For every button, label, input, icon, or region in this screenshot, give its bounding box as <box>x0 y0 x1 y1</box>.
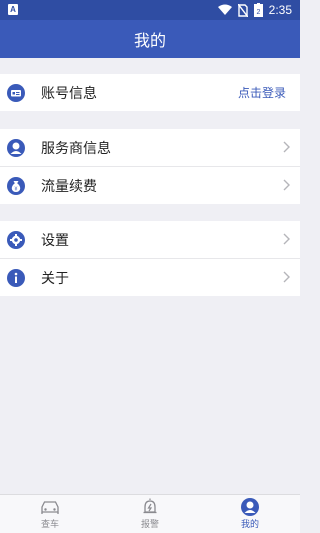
user-icon <box>239 498 261 516</box>
alarm-icon <box>139 498 161 516</box>
tab-label: 查车 <box>40 520 59 530</box>
about-label: 关于 <box>41 270 69 287</box>
account-group: 账号信息 点击登录 <box>0 74 300 111</box>
tab-check-car[interactable]: 查车 <box>0 495 100 533</box>
status-time: 2:35 <box>268 3 292 17</box>
account-info-label: 账号信息 <box>41 85 97 102</box>
chevron-right-icon <box>283 179 290 191</box>
about-row[interactable]: 关于 <box>0 259 300 296</box>
settings-label: 设置 <box>41 232 69 249</box>
bottom-tab-bar: 查车 报警 我的 <box>0 494 300 533</box>
wifi-icon <box>217 4 232 15</box>
settings-group: 设置 关于 <box>0 221 300 296</box>
chevron-right-icon <box>283 233 290 245</box>
settings-row[interactable]: 设置 <box>0 221 300 259</box>
chevron-right-icon <box>283 271 290 283</box>
status-bar-right: 2 2:35 <box>217 2 292 18</box>
app-header: 我的 <box>0 20 300 58</box>
id-card-icon <box>6 83 26 103</box>
tab-alarm[interactable]: 报警 <box>100 495 200 533</box>
status-bar: A 2 2:35 <box>0 0 300 20</box>
tab-mine[interactable]: 我的 <box>200 495 300 533</box>
account-info-row[interactable]: 账号信息 点击登录 <box>0 74 300 111</box>
login-link[interactable]: 点击登录 <box>238 84 286 101</box>
provider-info-row[interactable]: 服务商信息 <box>0 129 300 167</box>
svg-text:¥: ¥ <box>14 186 17 192</box>
data-renewal-row[interactable]: ¥ 流量续费 <box>0 167 300 204</box>
user-icon <box>6 138 26 158</box>
no-sim-icon <box>237 3 248 17</box>
page-title: 我的 <box>133 31 166 50</box>
battery-icon: 2 <box>253 3 263 17</box>
chevron-right-icon <box>283 141 290 153</box>
money-bag-icon: ¥ <box>6 176 26 196</box>
data-renewal-label: 流量续费 <box>41 178 97 195</box>
battery-level-text: 2 <box>256 9 260 16</box>
notification-app-icon: A <box>8 4 18 15</box>
car-icon <box>39 498 61 516</box>
info-icon <box>6 268 26 288</box>
tab-label: 报警 <box>140 520 159 530</box>
gear-icon <box>6 230 26 250</box>
provider-info-label: 服务商信息 <box>41 140 111 157</box>
service-group: 服务商信息 ¥ 流量续费 <box>0 129 300 204</box>
tab-label: 我的 <box>240 520 259 530</box>
